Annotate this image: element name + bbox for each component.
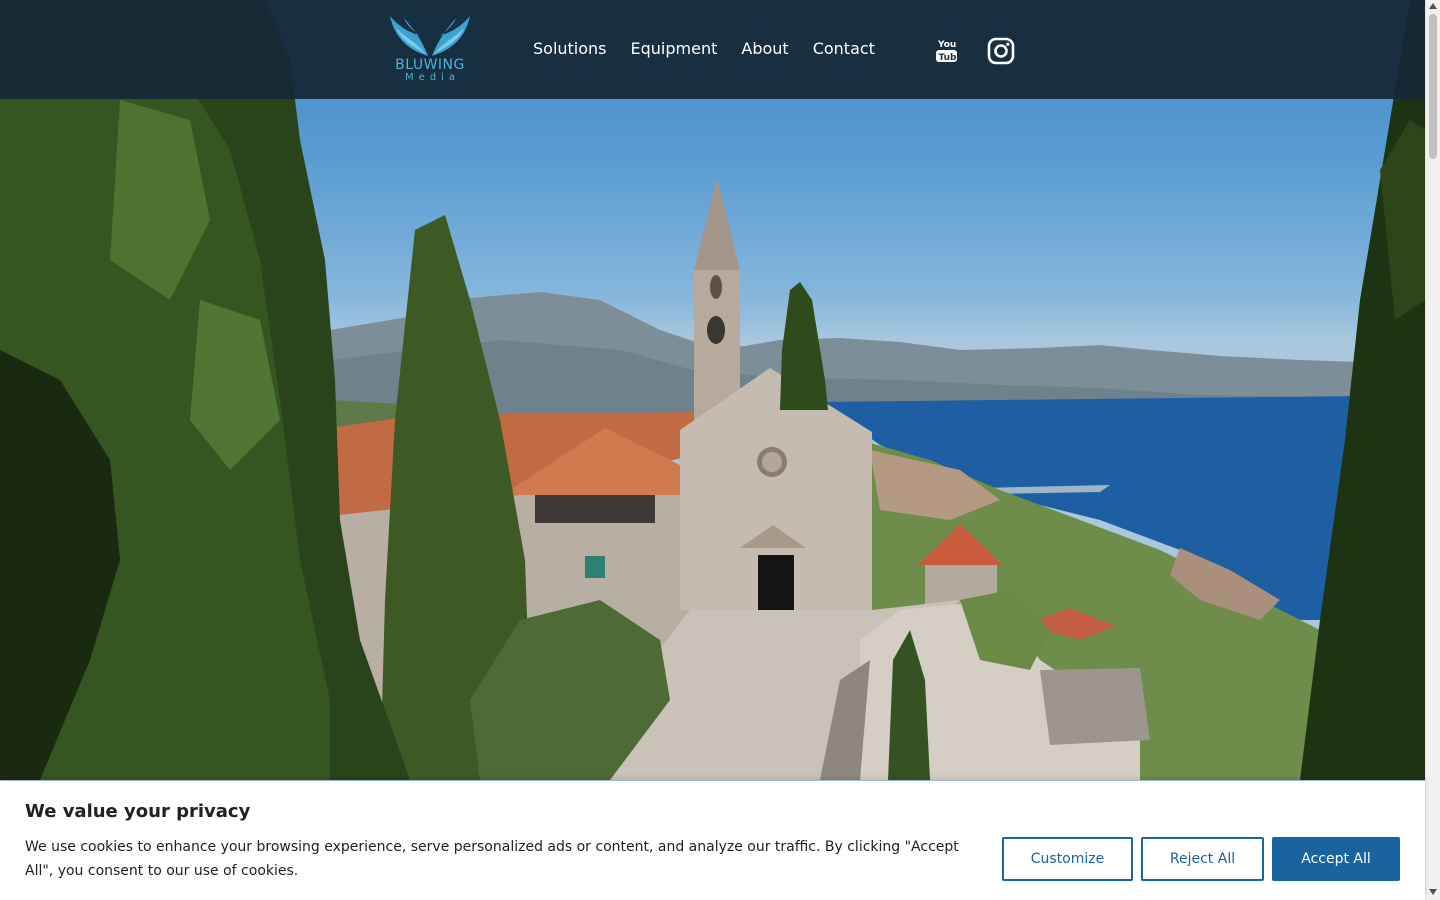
youtube-link[interactable]: You Tube — [934, 36, 964, 66]
hero-background — [0, 0, 1425, 900]
nav-contact[interactable]: Contact — [801, 36, 887, 62]
cookie-title: We value your privacy — [25, 801, 251, 822]
svg-text:You: You — [937, 40, 956, 50]
reject-all-button[interactable]: Reject All — [1141, 837, 1264, 881]
scroll-down-arrow-icon[interactable] — [1429, 889, 1437, 895]
svg-text:Tube: Tube — [939, 53, 961, 63]
page-scrollbar[interactable] — [1425, 0, 1440, 900]
nav-about[interactable]: About — [729, 36, 800, 62]
brand-logo[interactable]: BLUWING Media — [386, 14, 474, 86]
scroll-up-arrow-icon[interactable] — [1429, 3, 1437, 9]
accept-all-button[interactable]: Accept All — [1272, 837, 1400, 881]
nav-solutions[interactable]: Solutions — [521, 36, 619, 62]
nav-equipment[interactable]: Equipment — [619, 36, 730, 62]
cookie-description: We use cookies to enhance your browsing … — [25, 839, 959, 879]
main-nav: Solutions Equipment About Contact — [521, 36, 887, 62]
instagram-link[interactable] — [986, 36, 1016, 66]
instagram-icon — [987, 37, 1015, 65]
logo-name: BLUWING — [395, 57, 465, 73]
logo-tagline: Media — [404, 72, 461, 83]
scroll-thumb[interactable] — [1429, 14, 1437, 159]
youtube-icon: You Tube — [936, 40, 963, 63]
site-header: BLUWING Media Solutions Equipment About … — [0, 0, 1425, 99]
customize-button[interactable]: Customize — [1002, 837, 1133, 881]
hero-scene — [0, 0, 1425, 780]
cookie-consent-banner: We value your privacy We use cookies to … — [0, 781, 1425, 900]
wings-icon — [390, 16, 470, 56]
